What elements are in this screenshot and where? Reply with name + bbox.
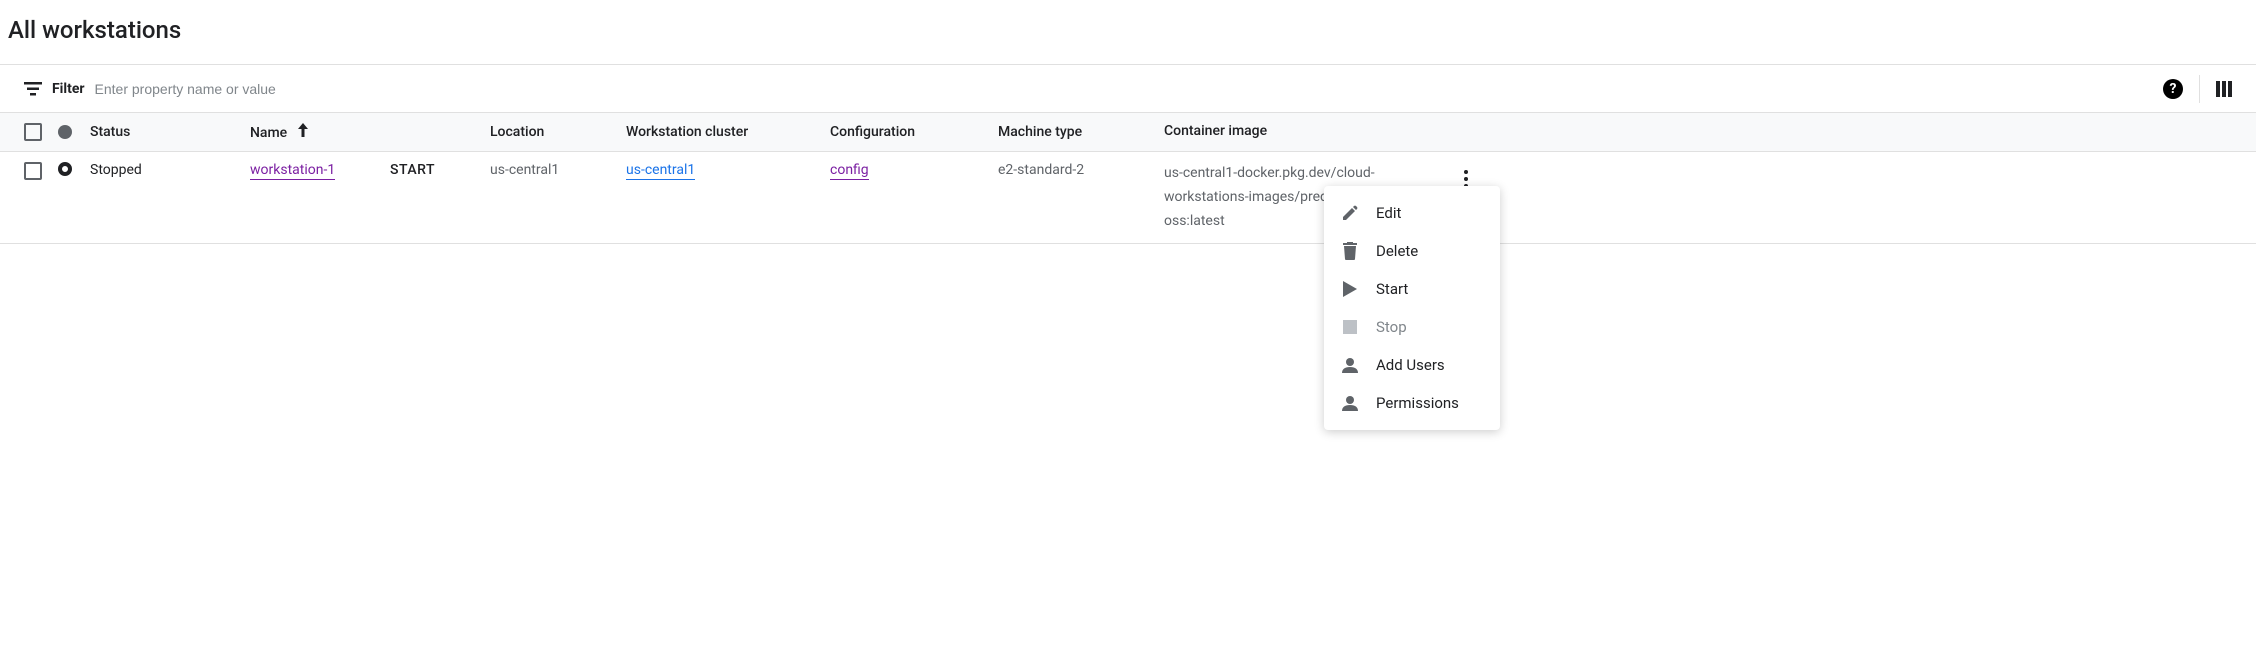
column-header-machine[interactable]: Machine type (998, 124, 1164, 140)
row-machine-type: e2-standard-2 (998, 162, 1164, 178)
menu-item-permissions[interactable]: Permissions (1324, 384, 1500, 422)
trash-icon (1340, 241, 1360, 261)
config-link[interactable]: config (830, 162, 869, 180)
row-location: us-central1 (490, 162, 626, 178)
columns-icon[interactable] (2216, 81, 2232, 97)
row-checkbox[interactable] (24, 162, 42, 180)
help-icon[interactable]: ? (2163, 79, 2183, 99)
column-header-cluster[interactable]: Workstation cluster (626, 124, 830, 140)
menu-label: Start (1376, 280, 1408, 298)
play-icon (1340, 279, 1360, 299)
workstation-name-link[interactable]: workstation-1 (250, 162, 335, 180)
menu-item-add-users[interactable]: Add Users (1324, 346, 1500, 384)
menu-label: Stop (1376, 318, 1407, 336)
menu-item-edit[interactable]: Edit (1324, 194, 1500, 232)
page-title: All workstations (0, 0, 2256, 64)
menu-label: Edit (1376, 204, 1401, 222)
menu-label: Delete (1376, 242, 1418, 260)
user-icon (1340, 393, 1360, 413)
menu-item-start[interactable]: Start (1324, 270, 1500, 308)
sort-ascending-icon (297, 123, 309, 141)
column-header-location[interactable]: Location (490, 124, 626, 140)
column-header-name[interactable]: Name (250, 123, 390, 141)
status-stopped-icon (58, 162, 72, 176)
menu-item-stop: Stop (1324, 308, 1500, 346)
status-dot-header (58, 125, 72, 139)
column-header-image[interactable]: Container image (1164, 120, 1444, 144)
menu-item-delete[interactable]: Delete (1324, 232, 1500, 270)
context-menu: Edit Delete Start Stop (1324, 186, 1500, 430)
user-icon (1340, 355, 1360, 375)
table-row: Stopped workstation-1 START us-central1 … (0, 152, 2256, 244)
menu-label: Permissions (1376, 394, 1459, 412)
start-button[interactable]: START (390, 162, 435, 178)
filter-label: Filter (52, 81, 85, 97)
pencil-icon (1340, 203, 1360, 223)
column-header-config[interactable]: Configuration (830, 124, 998, 140)
menu-label: Add Users (1376, 356, 1445, 374)
select-all-checkbox[interactable] (24, 123, 42, 141)
cluster-link[interactable]: us-central1 (626, 162, 695, 180)
row-status: Stopped (90, 162, 250, 178)
filter-bar: Filter ? (0, 64, 2256, 112)
table-header-row: Status Name Location Workstation cluster… (0, 112, 2256, 152)
filter-input[interactable] (95, 81, 2163, 97)
column-header-status[interactable]: Status (90, 124, 250, 140)
toolbar-divider (2199, 75, 2200, 103)
stop-icon (1340, 317, 1360, 337)
filter-icon (24, 82, 42, 96)
